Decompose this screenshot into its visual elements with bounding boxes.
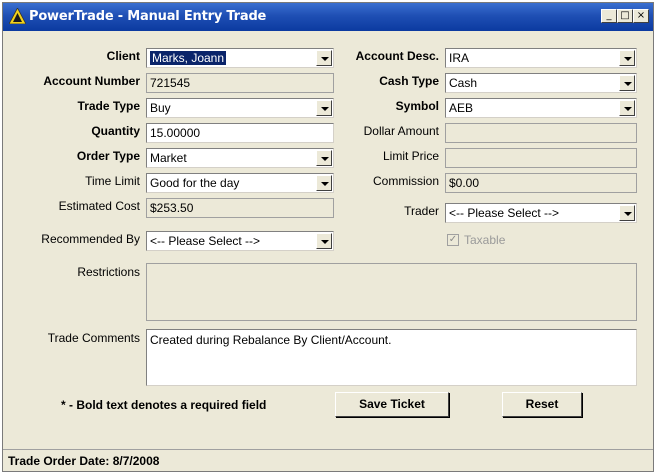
dollar-amount-field (445, 123, 637, 143)
chevron-down-icon[interactable] (316, 233, 332, 249)
chevron-down-icon[interactable] (619, 50, 635, 66)
commission-field: $0.00 (445, 173, 637, 193)
taxable-checkbox[interactable]: ✓ (447, 234, 459, 246)
status-bar: Trade Order Date: 8/7/2008 (3, 449, 653, 471)
client-label: Client (106, 49, 140, 63)
account-number-label: Account Number (43, 74, 140, 88)
estimated-cost-field: $253.50 (146, 198, 334, 218)
required-field-note: * - Bold text denotes a required field (61, 398, 267, 412)
limit-price-label: Limit Price (382, 149, 439, 163)
symbol-label: Symbol (395, 99, 439, 113)
account-desc-label: Account Desc. (355, 49, 439, 63)
trade-comments-textarea[interactable]: Created during Rebalance By Client/Accou… (146, 329, 637, 386)
trade-type-dropdown[interactable]: Buy (146, 98, 334, 118)
order-type-value: Market (150, 151, 187, 165)
taxable-label: Taxable (464, 233, 506, 247)
symbol-value: AEB (449, 101, 474, 115)
client-value: Marks, Joann (150, 51, 227, 65)
close-icon[interactable]: × (633, 9, 649, 23)
trade-order-date: Trade Order Date: 8/7/2008 (8, 454, 160, 468)
account-desc-value: IRA (449, 51, 470, 65)
trade-type-label: Trade Type (77, 99, 140, 113)
save-ticket-button[interactable]: Save Ticket (335, 392, 449, 417)
quantity-value: 15.00000 (150, 126, 201, 140)
powertrade-logo-icon (9, 8, 26, 24)
manual-entry-trade-window: PowerTrade - Manual Entry Trade _ □ × Cl… (2, 2, 654, 472)
chevron-down-icon[interactable] (619, 205, 635, 221)
chevron-down-icon[interactable] (316, 150, 332, 166)
account-number-value: 721545 (150, 76, 191, 90)
trader-dropdown[interactable]: <-- Please Select --> (445, 203, 637, 223)
minimize-icon[interactable]: _ (601, 9, 617, 23)
recommended-by-value: <-- Please Select --> (150, 234, 261, 248)
symbol-dropdown[interactable]: AEB (445, 98, 637, 118)
estimated-cost-label: Estimated Cost (58, 199, 140, 213)
title-bar[interactable]: PowerTrade - Manual Entry Trade _ □ × (3, 3, 653, 31)
chevron-down-icon[interactable] (619, 75, 635, 91)
chevron-down-icon[interactable] (316, 175, 332, 191)
chevron-down-icon[interactable] (619, 100, 635, 116)
maximize-icon[interactable]: □ (617, 9, 633, 23)
time-limit-dropdown[interactable]: Good for the day (146, 173, 334, 193)
commission-value: $0.00 (449, 176, 480, 190)
restrictions-label: Restrictions (77, 265, 140, 279)
restrictions-textarea (146, 263, 637, 321)
order-type-label: Order Type (76, 149, 140, 163)
window-title: PowerTrade - Manual Entry Trade (29, 9, 267, 24)
limit-price-field (445, 148, 637, 168)
order-type-dropdown[interactable]: Market (146, 148, 334, 168)
account-desc-dropdown[interactable]: IRA (445, 48, 637, 68)
time-limit-value: Good for the day (150, 176, 240, 190)
client-dropdown[interactable]: Marks, Joann (146, 48, 334, 68)
cash-type-value: Cash (449, 76, 478, 90)
cash-type-dropdown[interactable]: Cash (445, 73, 637, 93)
trader-label: Trader (404, 204, 439, 218)
time-limit-label: Time Limit (85, 174, 140, 188)
commission-label: Commission (372, 174, 439, 188)
reset-button[interactable]: Reset (502, 392, 582, 417)
quantity-label: Quantity (91, 124, 140, 138)
chevron-down-icon[interactable] (316, 50, 332, 66)
recommended-by-dropdown[interactable]: <-- Please Select --> (146, 231, 334, 251)
quantity-input[interactable]: 15.00000 (146, 123, 334, 143)
trade-comments-label: Trade Comments (47, 331, 140, 345)
account-number-field: 721545 (146, 73, 334, 93)
cash-type-label: Cash Type (379, 74, 439, 88)
trade-type-value: Buy (150, 101, 171, 115)
dollar-amount-label: Dollar Amount (363, 124, 439, 138)
recommended-by-label: Recommended By (41, 232, 140, 246)
chevron-down-icon[interactable] (316, 100, 332, 116)
estimated-cost-value: $253.50 (150, 201, 194, 215)
trader-value: <-- Please Select --> (449, 206, 560, 220)
